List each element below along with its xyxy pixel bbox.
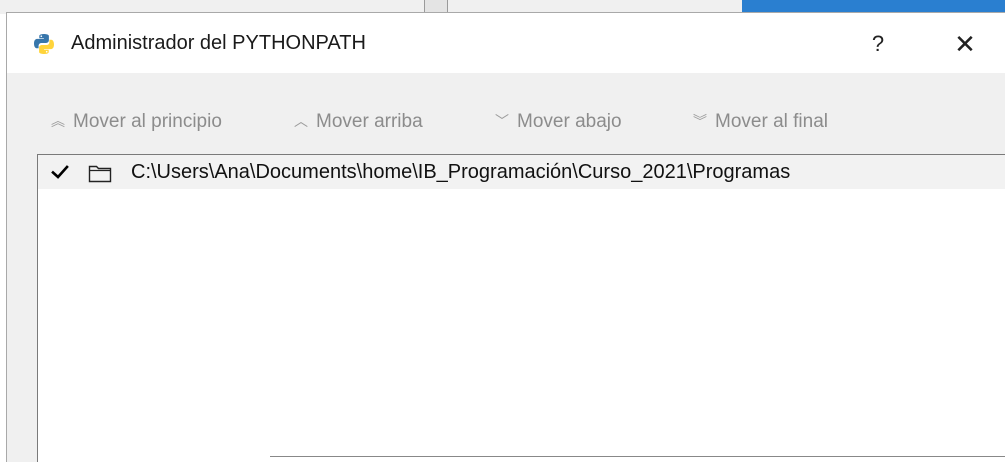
move-to-bottom-label: Mover al final: [715, 111, 828, 132]
list-item[interactable]: C:\Users\Ana\Documents\home\IB_Programac…: [38, 155, 1005, 189]
close-button[interactable]: ✕: [942, 23, 988, 65]
title-bar: Administrador del PYTHONPATH ? ✕: [7, 13, 1005, 73]
move-to-top-button[interactable]: ︽ Mover al principio: [51, 109, 222, 133]
dialog-title: Administrador del PYTHONPATH: [71, 32, 366, 54]
path-text: C:\Users\Ana\Documents\home\IB_Programac…: [131, 161, 791, 183]
move-up-label: Mover arriba: [316, 111, 423, 132]
double-chevron-down-icon: ︾: [693, 113, 707, 129]
move-to-top-label: Mover al principio: [73, 111, 222, 132]
checkbox-checked-icon[interactable]: [50, 162, 70, 182]
pythonpath-dialog: Administrador del PYTHONPATH ? ✕ ︽ Mover …: [6, 12, 1005, 462]
bottom-edge: [270, 456, 1005, 462]
move-down-label: Mover abajo: [517, 111, 622, 132]
chevron-down-icon: ﹀: [495, 113, 509, 129]
move-to-bottom-button[interactable]: ︾ Mover al final: [693, 109, 828, 133]
chevron-up-icon: ︿: [294, 113, 308, 129]
path-list[interactable]: C:\Users\Ana\Documents\home\IB_Programac…: [37, 154, 1005, 462]
move-down-button[interactable]: ﹀ Mover abajo: [495, 109, 622, 133]
help-button[interactable]: ?: [855, 23, 901, 65]
folder-icon: [88, 165, 112, 183]
move-up-button[interactable]: ︿ Mover arriba: [294, 109, 423, 133]
double-chevron-up-icon: ︽: [51, 113, 65, 129]
toolbar: ︽ Mover al principio ︿ Mover arriba ﹀ Mover…: [7, 73, 1005, 153]
python-icon: [34, 34, 54, 54]
screen: Administrador del PYTHONPATH ? ✕ ︽ Mover …: [0, 0, 1005, 462]
